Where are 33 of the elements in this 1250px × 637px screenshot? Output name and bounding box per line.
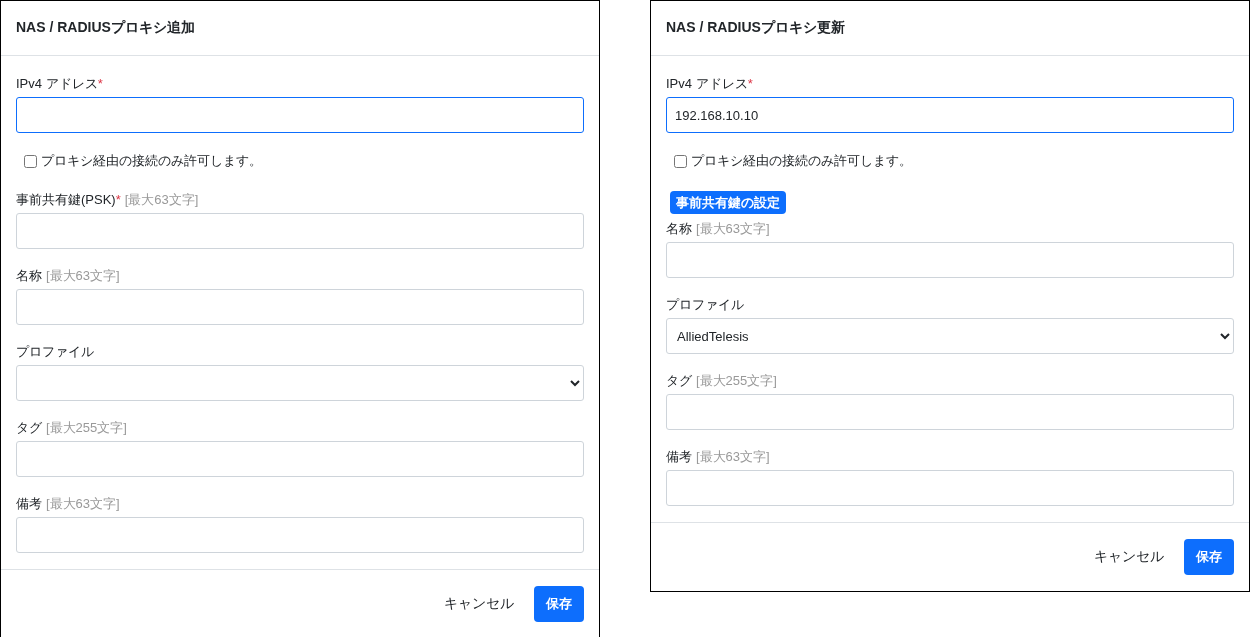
select-field[interactable] bbox=[16, 365, 584, 401]
field-label: タグ bbox=[666, 372, 692, 390]
dialog-title: NAS / RADIUSプロキシ更新 bbox=[666, 19, 845, 37]
field-label: 名称 bbox=[666, 220, 692, 238]
input-field[interactable]: 192.168.10.10 bbox=[666, 97, 1234, 133]
field-label: 事前共有鍵(PSK)* bbox=[16, 191, 121, 209]
field-label: IPv4 アドレス* bbox=[16, 75, 103, 93]
length-hint: [最大63文字] bbox=[124, 191, 199, 209]
select-field[interactable]: AlliedTelesis bbox=[666, 318, 1234, 354]
checkbox-label: プロキシ経由の接続のみ許可します。 bbox=[41, 152, 262, 170]
length-hint: [最大63文字] bbox=[696, 448, 770, 466]
save-button[interactable]: 保存 bbox=[1184, 539, 1234, 575]
field-label: IPv4 アドレス* bbox=[666, 75, 753, 93]
length-hint: [最大255文字] bbox=[46, 419, 127, 437]
checkbox[interactable] bbox=[24, 154, 37, 168]
length-hint: [最大255文字] bbox=[696, 372, 777, 390]
cancel-button[interactable]: キャンセル bbox=[444, 595, 514, 613]
checkbox[interactable] bbox=[674, 154, 687, 168]
psk-settings-button[interactable]: 事前共有鍵の設定 bbox=[670, 191, 786, 214]
checkbox-label: プロキシ経由の接続のみ許可します。 bbox=[691, 152, 912, 170]
length-hint: [最大63文字] bbox=[46, 267, 120, 285]
field-label: プロファイル bbox=[16, 343, 94, 361]
dialog-title: NAS / RADIUSプロキシ追加 bbox=[16, 19, 195, 37]
cancel-button[interactable]: キャンセル bbox=[1094, 548, 1164, 566]
field-label: タグ bbox=[16, 419, 42, 437]
length-hint: [最大63文字] bbox=[46, 495, 120, 513]
field-label: 名称 bbox=[16, 267, 42, 285]
length-hint: [最大63文字] bbox=[696, 220, 770, 238]
input-field[interactable] bbox=[16, 97, 584, 133]
field-label: 備考 bbox=[666, 448, 692, 466]
field-label: プロファイル bbox=[666, 296, 744, 314]
field-label: 備考 bbox=[16, 495, 42, 513]
save-button[interactable]: 保存 bbox=[534, 586, 584, 622]
